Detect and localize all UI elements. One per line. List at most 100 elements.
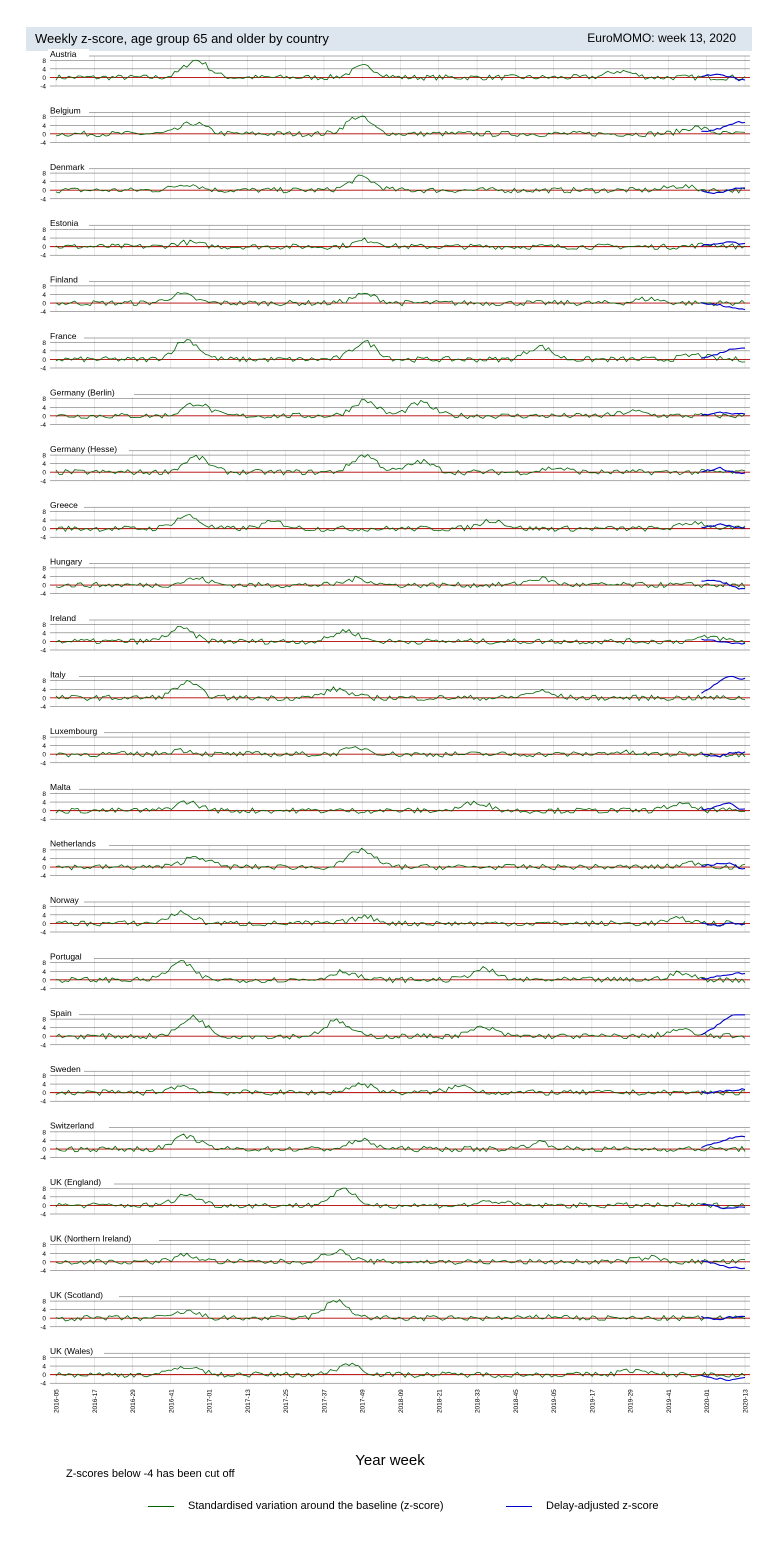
y-tick-label: -4 [40, 1042, 46, 1049]
y-tick-label: 0 [42, 1259, 46, 1266]
y-tick-label: 0 [42, 131, 46, 138]
y-tick-label: 4 [42, 518, 46, 525]
y-tick-label: 8 [42, 847, 46, 854]
y-tick-label: -4 [40, 140, 46, 147]
panel-label-norway: Norway [50, 895, 80, 905]
y-tick-label: 4 [42, 461, 46, 468]
x-tick-label: 2018-45 [513, 1389, 520, 1413]
delay-line-malta [701, 802, 746, 811]
panel-label-netherlands: Netherlands [50, 839, 96, 849]
y-tick-label: 8 [42, 340, 46, 347]
y-tick-label: 4 [42, 912, 46, 919]
y-tick-label: 0 [42, 583, 46, 590]
panel-label-france: France [50, 331, 77, 341]
y-tick-label: 0 [42, 865, 46, 872]
x-tick-label: 2016-29 [130, 1389, 137, 1413]
y-tick-label: 8 [42, 1017, 46, 1024]
y-tick-label: 8 [42, 58, 46, 65]
y-tick-label: 0 [42, 75, 46, 82]
panel-label-sweden: Sweden [50, 1064, 81, 1074]
y-tick-label: 4 [42, 856, 46, 863]
x-tick-label: 2019-41 [666, 1389, 673, 1413]
panel-label-finland: Finland [50, 275, 78, 285]
y-tick-label: 0 [42, 413, 46, 420]
x-tick-label: 2020-13 [743, 1389, 750, 1413]
y-tick-label: -4 [40, 760, 46, 767]
x-tick-label: 2016-41 [168, 1389, 175, 1413]
panel-label-austria: Austria [50, 49, 77, 59]
y-tick-label: 8 [42, 904, 46, 911]
y-tick-label: 0 [42, 244, 46, 251]
x-tick-label: 2019-29 [628, 1389, 635, 1413]
y-tick-label: 4 [42, 1025, 46, 1032]
x-tick-label: 2018-33 [475, 1389, 482, 1413]
delay-line-spain [701, 1014, 745, 1036]
y-tick-label: 4 [42, 969, 46, 976]
panel-label-greece: Greece [50, 500, 78, 510]
y-tick-label: 4 [42, 1194, 46, 1201]
x-tick-label: 2017-25 [283, 1389, 290, 1413]
y-tick-label: 4 [42, 179, 46, 186]
x-tick-label: 2018-09 [398, 1389, 405, 1413]
legend-delay-swatch [506, 1505, 532, 1507]
delay-line-belgium [701, 120, 746, 133]
panel-label-malta: Malta [50, 782, 71, 792]
y-tick-label: -4 [40, 930, 46, 937]
y-tick-label: 0 [42, 526, 46, 533]
y-tick-label: 0 [42, 752, 46, 759]
y-tick-label: 0 [42, 921, 46, 928]
y-tick-label: 8 [42, 960, 46, 967]
panel-label-uk-england: UK (England) [50, 1177, 101, 1187]
y-tick-label: 0 [42, 470, 46, 477]
y-tick-label: -4 [40, 704, 46, 711]
y-tick-label: -4 [40, 366, 46, 373]
y-tick-label: 0 [42, 1316, 46, 1323]
y-tick-label: -4 [40, 817, 46, 824]
y-tick-label: 8 [42, 1355, 46, 1362]
y-tick-label: -4 [40, 478, 46, 485]
x-tick-label: 2017-01 [207, 1389, 214, 1413]
x-tick-label: 2019-17 [589, 1389, 596, 1413]
y-tick-label: 8 [42, 1186, 46, 1193]
y-tick-label: 8 [42, 171, 46, 178]
y-tick-label: 4 [42, 630, 46, 637]
y-tick-label: 4 [42, 66, 46, 73]
y-tick-label: 4 [42, 292, 46, 299]
legend-zscore: Standardised variation around the baseli… [148, 1500, 444, 1512]
x-tick-label: 2019-05 [551, 1389, 558, 1413]
y-tick-label: 4 [42, 405, 46, 412]
y-tick-label: 0 [42, 639, 46, 646]
y-tick-label: 4 [42, 1364, 46, 1371]
y-tick-label: -4 [40, 1268, 46, 1275]
y-tick-label: 8 [42, 396, 46, 403]
y-tick-label: 0 [42, 1034, 46, 1041]
y-tick-label: 8 [42, 1073, 46, 1080]
y-tick-label: -4 [40, 1324, 46, 1331]
delay-line-switzerland [701, 1135, 746, 1149]
y-tick-label: 8 [42, 565, 46, 572]
y-tick-label: 0 [42, 357, 46, 364]
y-tick-label: -4 [40, 253, 46, 260]
y-tick-label: 4 [42, 687, 46, 694]
legend-delay-label: Delay-adjusted z-score [546, 1500, 659, 1512]
y-tick-label: -4 [40, 84, 46, 91]
x-tick-label: 2017-49 [360, 1389, 367, 1413]
panel-label-estonia: Estonia [50, 218, 79, 228]
delay-line-finland [701, 302, 746, 311]
delay-line-france [701, 347, 745, 360]
panel-label-ireland: Ireland [50, 613, 76, 623]
y-tick-label: 4 [42, 574, 46, 581]
delay-line-italy [701, 675, 746, 694]
x-tick-label: 2016-05 [54, 1389, 61, 1413]
y-tick-label: 8 [42, 453, 46, 460]
panel-label-belgium: Belgium [50, 105, 81, 115]
y-tick-label: 8 [42, 114, 46, 121]
y-tick-label: 8 [42, 735, 46, 742]
y-tick-label: 4 [42, 348, 46, 355]
legend-zscore-swatch [148, 1505, 174, 1507]
y-tick-label: 4 [42, 1251, 46, 1258]
y-tick-label: 8 [42, 1129, 46, 1136]
panel-label-portugal: Portugal [50, 951, 82, 961]
legend-delay: Delay-adjusted z-score [506, 1500, 659, 1512]
y-tick-label: 8 [42, 283, 46, 290]
